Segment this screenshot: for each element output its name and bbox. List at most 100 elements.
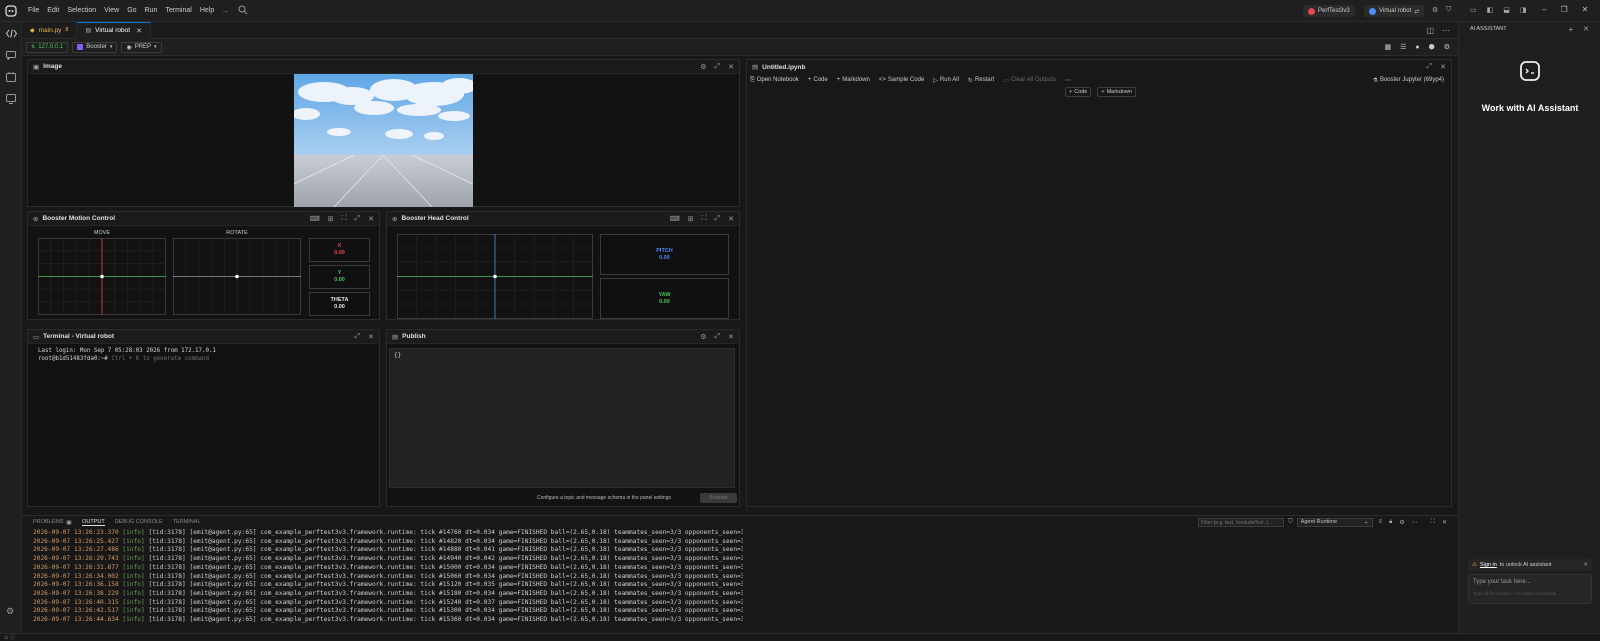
mode-select[interactable]: ◉ PREP ▾ [121,41,162,53]
plugin-icon[interactable]: ⬢ [1429,43,1435,51]
log-line: 2026-09-07 13:26:25.427 [info] [tid:3178… [33,538,743,547]
more-actions-icon[interactable]: ⋯ [1442,26,1450,35]
terminal-output[interactable]: Last login: Mon Sep 7 05:28:03 2026 from… [28,344,379,366]
more-icon[interactable]: ⋯ [1412,519,1418,526]
expand-icon[interactable]: ⤢ [355,215,361,223]
monitor-icon[interactable] [0,88,22,110]
toggle-primary-sidebar-icon[interactable]: ◧ [1487,6,1494,14]
expand-icon[interactable]: ⤢ [715,333,721,341]
tab-terminal[interactable]: TERMINAL [173,519,201,525]
tab-debug-console[interactable]: DEBUG CONSOLE [115,519,163,525]
head-joystick[interactable] [397,234,593,319]
gear-icon[interactable]: ⚙ [1399,519,1404,526]
robot-selector[interactable]: Virtual robot ⇄ [1364,5,1425,17]
menu-edit[interactable]: Edit [47,7,59,14]
filter-icon[interactable]: ⛉ [1446,6,1451,14]
tab-virtual-robot[interactable]: ▤ Virtual robot ✕ [77,21,151,39]
gear-icon[interactable]: ⚙ [700,333,706,341]
gear-icon[interactable]: ⚙ [1444,43,1450,51]
restart-button[interactable]: ↻ Restart [968,77,994,84]
menu-run[interactable]: Run [145,7,158,14]
menu-view[interactable]: View [104,7,119,14]
move-joystick[interactable] [38,238,166,315]
keyboard-icon[interactable]: ⌨ [670,215,680,223]
close-icon[interactable]: ✕ [1583,562,1588,568]
layout-grid-icon[interactable]: ▦ [1384,43,1391,51]
gamepad-icon[interactable]: ⊞ [688,215,694,223]
project-selector[interactable]: PerfTest3v3 [1303,5,1355,17]
ai-task-input[interactable]: Type your task here... Type @ for contex… [1468,574,1592,604]
back-arrow-icon[interactable]: ← [207,6,215,15]
chat-icon[interactable] [0,44,22,66]
log-timestamp: 2026-09-07 13:26:25.427 [33,537,123,545]
clear-outputs-button[interactable]: ▭ Clear All Outputs [1003,77,1056,84]
sample-code-button[interactable]: <> Sample Code [879,77,924,83]
expand-icon[interactable]: ⤢ [355,333,361,341]
minimize-icon[interactable]: – [1542,5,1546,14]
kernel-selector[interactable]: ⚗ Booster Jupyter (69yp4) [1373,77,1444,84]
toggle-panel-icon[interactable]: ⬓ [1503,6,1510,14]
run-all-button[interactable]: ▷ Run All [933,77,959,84]
menu-file[interactable]: File [28,7,39,14]
close-icon[interactable]: ✕ [1440,63,1446,71]
gamepad-icon[interactable]: ⊞ [328,215,334,223]
manage-gear-icon[interactable]: ⚙ [6,606,14,617]
close-icon[interactable]: ✕ [368,215,374,223]
publish-button[interactable]: Publish [700,493,737,503]
log-level: [info] [122,563,149,571]
sign-in-link[interactable]: Sign in [1480,562,1497,568]
fullscreen-icon[interactable]: ⛶ [702,215,707,223]
log-line: 2026-09-07 13:26:31.877 [info] [tid:3178… [33,564,743,573]
fullscreen-icon[interactable]: ⛶ [342,215,347,223]
close-icon[interactable]: ✕ [1442,519,1447,526]
keyboard-icon[interactable]: ⌨ [310,215,320,223]
settings-icon[interactable]: ⚙ [1432,6,1438,14]
output-filter-input[interactable]: Filter (e.g. text, !excludeText, t... [1198,517,1285,527]
menu-terminal[interactable]: Terminal [165,7,191,14]
code-icon[interactable] [0,22,22,44]
gear-icon[interactable]: ⚙ [700,63,706,71]
word-wrap-icon[interactable]: ≡ [1379,519,1383,525]
record-icon[interactable]: ● [1415,44,1419,51]
message-editor[interactable]: {} [389,348,735,488]
close-tab-icon[interactable]: ✕ [136,27,142,35]
list-icon[interactable]: ☰ [1400,43,1406,51]
layout-icon[interactable]: ▭ [1470,6,1477,14]
open-notebook-button[interactable]: ⎘ Open Notebook [750,77,799,84]
menu-selection[interactable]: Selection [67,7,96,14]
tab-main-py[interactable]: ◆ main.py 8 [22,21,78,39]
rotate-joystick[interactable] [173,238,301,315]
add-code-cell-button[interactable]: + Code [1065,87,1092,97]
expand-icon[interactable]: ⤢ [715,215,721,223]
lock-icon[interactable]: 🔒︎ [1389,519,1392,526]
tab-output[interactable]: OUTPUT [82,519,105,526]
search-icon[interactable] [238,5,248,15]
maximize-panel-icon[interactable]: ⛶ [1431,519,1435,526]
split-editor-icon[interactable]: ◫ [1426,26,1434,35]
robot-panel-icon[interactable] [0,66,22,88]
maximize-icon[interactable]: ❐ [1560,5,1567,14]
filter-icon[interactable]: ⛉ [1288,519,1293,526]
add-markdown-button[interactable]: + Markdown [837,77,870,83]
toggle-secondary-sidebar-icon[interactable]: ◨ [1520,6,1527,14]
expand-icon[interactable]: ⤢ [715,63,721,71]
robot-model-select[interactable]: Booster ▾ [72,41,118,53]
add-markdown-cell-button[interactable]: + Markdown [1097,87,1136,97]
close-icon[interactable]: ✕ [1582,5,1589,14]
close-icon[interactable]: ✕ [1583,25,1589,33]
menu-go[interactable]: Go [127,7,136,14]
close-icon[interactable]: ✕ [728,215,734,223]
new-chat-icon[interactable]: + [1568,25,1573,34]
output-log[interactable]: 2026-09-07 13:26:23.370 [info] [tid:3178… [33,529,743,633]
close-icon[interactable]: ✕ [728,333,734,341]
more-icon[interactable]: ⋯ [1065,77,1071,84]
status-icons[interactable]: ⚠ ⓘ [4,634,15,641]
forward-arrow-icon[interactable]: → [221,6,229,15]
ip-address-chip[interactable]: ⇅ 127.0.0.1 [26,41,69,53]
add-code-button[interactable]: + Code [808,77,828,83]
close-icon[interactable]: ✕ [728,63,734,71]
close-icon[interactable]: ✕ [368,333,374,341]
tab-problems[interactable]: PROBLEMS 6 [33,519,73,525]
output-channel-select[interactable]: Agent Runtime ⌄ [1296,517,1373,527]
expand-icon[interactable]: ⤢ [1427,63,1433,71]
